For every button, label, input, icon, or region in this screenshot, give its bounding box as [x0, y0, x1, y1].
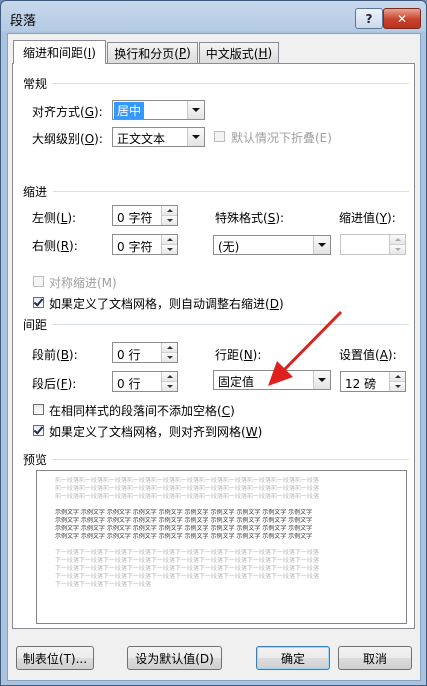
snap-to-grid-label: 如果定义了文档网格，则对齐到网格(W)	[49, 425, 263, 439]
spacing-at-label: 设置值(A):	[339, 348, 397, 362]
auto-adjust-right-indent-checkbox[interactable]	[33, 297, 44, 308]
left-indent-value: 0 字符	[117, 211, 153, 225]
space-before-label: 段前(B):	[32, 348, 78, 362]
special-indent-select[interactable]: (无)	[213, 235, 331, 255]
close-icon: ✕	[396, 11, 408, 26]
left-indent-spinner[interactable]: 0 字符	[112, 205, 178, 226]
spin-up-icon[interactable]	[390, 235, 405, 244]
outline-level-label: 大纲级别(O):	[32, 132, 103, 146]
preview-previous-paragraph: 前一段落前一段落前一段落前一段落前一段落前一段落前一段落前一段落前一段落前一段落…	[55, 493, 320, 500]
dialog-body: 缩进和间距(I) 换行和分页(P) 中文版式(H) 常规 对齐方式(G): 居中…	[7, 33, 421, 681]
divider	[53, 459, 409, 460]
no-space-same-style-checkbox[interactable]	[33, 404, 44, 415]
alignment-select[interactable]: 居中	[112, 100, 205, 120]
special-indent-value: (无)	[218, 240, 240, 254]
spin-up-icon[interactable]	[162, 206, 177, 215]
left-indent-label: 左侧(L):	[32, 211, 77, 225]
help-button[interactable]: ?	[355, 8, 383, 29]
collapse-checkbox[interactable]	[214, 131, 225, 142]
space-before-spinner[interactable]: 0 行	[112, 342, 178, 363]
chevron-down-icon	[187, 101, 204, 119]
preview-next-paragraph: 下一段落下一段落下一段落下一段落下一段落下一段落下一段落下一段落下一段落下一段落…	[55, 549, 320, 556]
spin-up-icon[interactable]	[162, 235, 177, 244]
right-indent-label: 右侧(R):	[32, 239, 78, 253]
help-icon: ?	[365, 11, 373, 26]
general-heading: 常规	[23, 77, 48, 91]
cancel-button[interactable]: 取消	[338, 646, 412, 670]
alignment-value: 居中	[114, 102, 145, 119]
space-before-value: 0 行	[117, 348, 141, 362]
special-indent-label: 特殊格式(S):	[215, 211, 285, 225]
tab-asian-typography[interactable]: 中文版式(H)	[199, 42, 279, 63]
space-after-spinner[interactable]: 0 行	[112, 371, 178, 392]
divider	[53, 191, 409, 192]
spin-up-icon[interactable]	[390, 372, 405, 381]
right-indent-value: 0 字符	[117, 240, 153, 254]
alignment-label: 对齐方式(G):	[32, 105, 103, 119]
spin-down-icon[interactable]	[390, 381, 405, 391]
spin-down-icon[interactable]	[162, 381, 177, 391]
space-after-label: 段后(F):	[32, 377, 77, 391]
chevron-down-icon	[313, 236, 330, 254]
spin-down-icon[interactable]	[390, 244, 405, 254]
indent-by-label: 缩进值(Y):	[339, 211, 396, 225]
spin-down-icon[interactable]	[162, 215, 177, 225]
snap-to-grid-checkbox[interactable]	[33, 425, 44, 436]
preview-sample-text: 示例文字 示例文字 示例文字 示例文字 示例文字 示例文字 示例文字 示例文字 …	[55, 533, 313, 540]
line-spacing-value: 固定值	[218, 375, 255, 389]
dialog-title: 段落	[10, 14, 37, 29]
right-indent-spinner[interactable]: 0 字符	[112, 234, 178, 255]
tab-line-page-breaks[interactable]: 换行和分页(P)	[107, 42, 198, 63]
collapse-label: 默认情况下折叠(E)	[231, 131, 332, 145]
preview-heading: 预览	[23, 453, 48, 467]
no-space-same-style-label: 在相同样式的段落间不添加空格(C)	[49, 404, 235, 418]
auto-adjust-right-indent-label: 如果定义了文档网格，则自动调整右缩进(D)	[49, 297, 284, 311]
space-after-value: 0 行	[117, 377, 141, 391]
preview-sample-text: 示例文字 示例文字 示例文字 示例文字 示例文字 示例文字 示例文字 示例文字 …	[55, 525, 313, 532]
preview-next-paragraph: 下一段落下一段落下一段落下一段落下一段落下一段落下一段落下一段落下一段落下一段落…	[55, 557, 320, 564]
outline-level-select[interactable]: 正文文本	[112, 127, 205, 147]
spin-down-icon[interactable]	[162, 352, 177, 362]
indentation-heading: 缩进	[23, 185, 48, 199]
preview-sample-text: 示例文字 示例文字 示例文字 示例文字 示例文字 示例文字 示例文字 示例文字 …	[55, 509, 313, 516]
spacing-heading: 间距	[23, 318, 48, 332]
tabs-button[interactable]: 制表位(T)...	[16, 646, 94, 670]
tab-indents-spacing[interactable]: 缩进和间距(I)	[13, 40, 106, 64]
preview-next-paragraph: 下一段落下一段落下一段落下一段落下一段落下一段落下一段落下一段落下一段落下一段落…	[55, 573, 320, 580]
divider	[53, 324, 409, 325]
indent-by-spinner[interactable]	[340, 234, 406, 255]
outline-level-value: 正文文本	[117, 132, 166, 146]
mirror-indents-label: 对称缩进(M)	[49, 276, 117, 290]
spin-up-icon[interactable]	[162, 372, 177, 381]
title-bar: 段落 ? ✕	[1, 1, 426, 33]
mirror-indents-checkbox[interactable]	[33, 276, 44, 287]
line-spacing-label: 行距(N):	[215, 348, 262, 362]
preview-box: 前一段落前一段落前一段落前一段落前一段落前一段落前一段落前一段落前一段落前一段落…	[36, 470, 407, 624]
preview-sample-text: 示例文字 示例文字 示例文字 示例文字 示例文字 示例文字 示例文字 示例文字 …	[55, 517, 313, 524]
spacing-at-value: 12 磅	[345, 377, 377, 391]
preview-previous-paragraph: 前一段落前一段落前一段落前一段落前一段落前一段落前一段落前一段落前一段落前一段落…	[55, 477, 320, 484]
divider	[53, 83, 409, 84]
spin-up-icon[interactable]	[162, 343, 177, 352]
chevron-down-icon	[313, 371, 330, 389]
preview-previous-paragraph: 前一段落前一段落前一段落前一段落前一段落前一段落前一段落前一段落前一段落前一段落…	[55, 485, 320, 492]
close-button[interactable]: ✕	[383, 8, 421, 29]
paragraph-dialog: 段落 ? ✕ 缩进和间距(I) 换行和分页(P) 中文版式(H) 常规 对齐方式…	[0, 0, 427, 686]
preview-next-paragraph: 下一段落下一段落下一段落下一段落下一段落下一段落下一段落下一段落下一段落下一段落…	[55, 565, 320, 572]
ok-button[interactable]: 确定	[256, 646, 330, 670]
spacing-at-spinner[interactable]: 12 磅	[340, 371, 406, 392]
chevron-down-icon	[187, 128, 204, 146]
set-as-default-button[interactable]: 设为默认值(D)	[127, 646, 222, 670]
line-spacing-select[interactable]: 固定值	[213, 370, 331, 390]
preview-next-paragraph: 下一段落下一段落下一段落下一段落	[55, 581, 152, 588]
spin-down-icon[interactable]	[162, 244, 177, 254]
